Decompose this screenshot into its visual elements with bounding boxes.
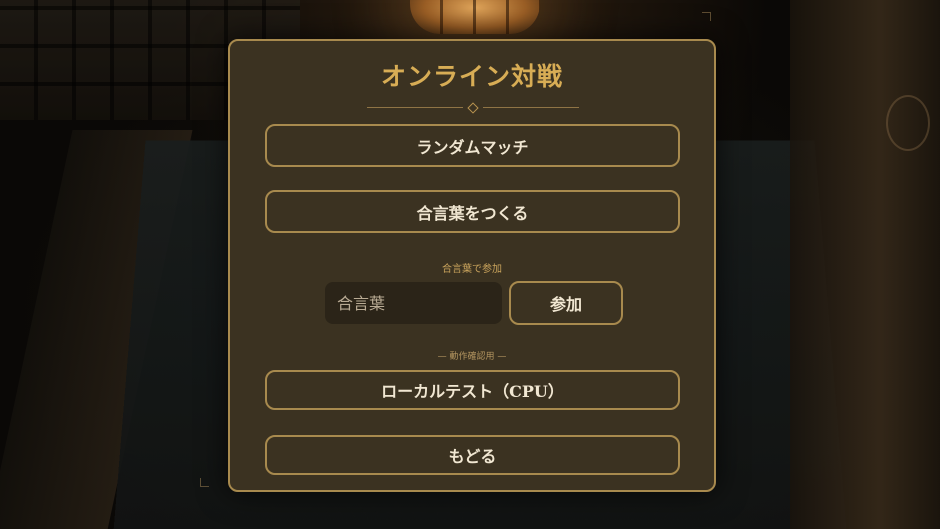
back-button[interactable]: もどる bbox=[265, 435, 680, 475]
family-crest-icon bbox=[886, 95, 930, 151]
debug-section-label: — 動作確認用 — bbox=[437, 352, 507, 362]
lantern-icon bbox=[410, 0, 540, 34]
panel-title: オンライン対戦 bbox=[380, 62, 563, 91]
background-wall bbox=[790, 0, 940, 529]
corner-ornament bbox=[200, 478, 209, 487]
title-divider bbox=[367, 102, 579, 114]
passphrase-input[interactable] bbox=[325, 282, 502, 324]
create-passphrase-button[interactable]: 合言葉をつくる bbox=[265, 190, 680, 233]
diamond-ornament-icon bbox=[467, 102, 479, 114]
join-by-passphrase-label: 合言葉で参加 bbox=[442, 264, 502, 275]
corner-ornament bbox=[702, 12, 711, 21]
game-scene: オンライン対戦 ランダムマッチ 合言葉をつくる 合言葉で参加 参加 — 動作確認… bbox=[0, 0, 940, 529]
divider-line-left bbox=[367, 107, 463, 108]
online-match-panel: オンライン対戦 ランダムマッチ 合言葉をつくる 合言葉で参加 参加 — 動作確認… bbox=[228, 39, 716, 492]
local-test-cpu-button[interactable]: ローカルテスト（CPU） bbox=[265, 370, 680, 410]
divider-line-right bbox=[483, 107, 579, 108]
join-button[interactable]: 参加 bbox=[509, 281, 623, 325]
random-match-button[interactable]: ランダムマッチ bbox=[265, 124, 680, 167]
